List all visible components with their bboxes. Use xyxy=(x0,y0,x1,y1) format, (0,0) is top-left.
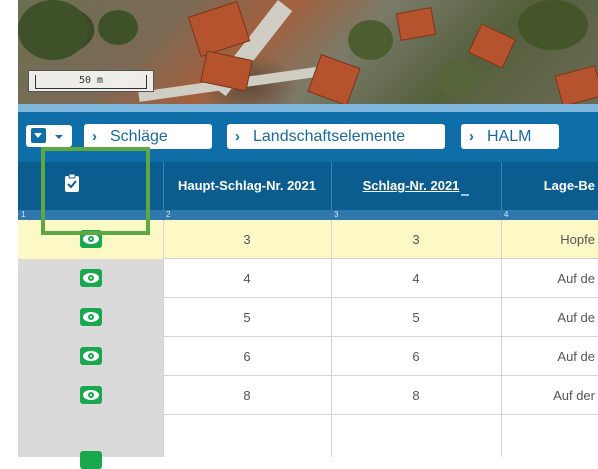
column-number: 3 xyxy=(334,210,339,219)
chevron-right-icon: › xyxy=(92,128,97,145)
cell-lage: Auf de xyxy=(557,271,595,286)
cell-schlag-nr: 5 xyxy=(412,310,420,325)
scale-label: 50 m xyxy=(78,75,104,86)
row-action-cell xyxy=(18,259,163,298)
annotation-highlight-box xyxy=(41,147,150,235)
cell-schlag-nr: 3 xyxy=(412,232,420,247)
chevron-right-icon: › xyxy=(235,128,240,145)
cell-lage: Auf de xyxy=(557,349,595,364)
row-action-cell xyxy=(18,337,163,376)
eye-icon[interactable] xyxy=(80,347,102,365)
header-haupt-schlag-nr[interactable]: Haupt-Schlag-Nr. 2021 xyxy=(163,162,331,210)
eye-icon[interactable] xyxy=(80,386,102,404)
tab-halm[interactable]: › HALM xyxy=(461,124,559,149)
tab-schlaege[interactable]: › Schläge xyxy=(84,124,212,149)
map-scale-bar: 50 m xyxy=(28,70,154,92)
cell-haupt-schlag-nr: 8 xyxy=(243,388,251,403)
row-action-cell xyxy=(18,298,163,337)
table-row[interactable]: 6 6 Auf de xyxy=(18,337,598,376)
cell-schlag-nr: 4 xyxy=(412,271,420,286)
eye-icon[interactable] xyxy=(80,451,102,469)
tab-label: Schläge xyxy=(110,128,168,145)
row-action-cell xyxy=(18,415,163,469)
aerial-map[interactable]: 50 m xyxy=(18,0,598,108)
tab-landschaftselemente[interactable]: › Landschaftselemente xyxy=(227,124,445,149)
cell-haupt-schlag-nr: 5 xyxy=(243,310,251,325)
column-number: 2 xyxy=(166,210,171,219)
header-lage-bezeichnung[interactable]: Lage-Be xyxy=(501,162,598,210)
header-label: Lage-Be xyxy=(543,178,595,193)
dropdown-menu-button[interactable] xyxy=(26,125,72,147)
header-schlag-nr[interactable]: Schlag-Nr. 2021 xyxy=(331,162,501,210)
header-label: Schlag-Nr. 2021 xyxy=(362,178,460,193)
sort-indicator-icon xyxy=(461,194,470,196)
table-row-partial[interactable] xyxy=(18,415,598,469)
cell-haupt-schlag-nr: 3 xyxy=(243,232,251,247)
header-label: Haupt-Schlag-Nr. 2021 xyxy=(178,178,316,193)
cell-lage: Auf der xyxy=(553,388,595,403)
cell-schlag-nr: 6 xyxy=(412,349,420,364)
cell-haupt-schlag-nr: 4 xyxy=(243,271,251,286)
chevron-right-icon: › xyxy=(469,128,474,145)
column-number: 4 xyxy=(504,210,509,219)
map-edge xyxy=(18,104,598,112)
table-row[interactable]: 5 5 Auf de xyxy=(18,298,598,337)
column-number: 1 xyxy=(21,210,26,219)
eye-icon[interactable] xyxy=(80,269,102,287)
table-row[interactable]: 4 4 Auf de xyxy=(18,259,598,298)
cell-lage: Auf de xyxy=(557,310,595,325)
cell-lage: Hopfe xyxy=(560,232,595,247)
tab-label: HALM xyxy=(487,128,532,145)
caret-down-icon xyxy=(55,135,63,139)
tab-label: Landschaftselemente xyxy=(253,128,406,145)
cell-schlag-nr: 8 xyxy=(412,388,420,403)
row-action-cell xyxy=(18,376,163,415)
cell-haupt-schlag-nr: 6 xyxy=(243,349,251,364)
eye-icon[interactable] xyxy=(80,308,102,326)
table-row[interactable]: 8 8 Auf der xyxy=(18,376,598,415)
dropdown-menu-icon xyxy=(31,128,46,143)
